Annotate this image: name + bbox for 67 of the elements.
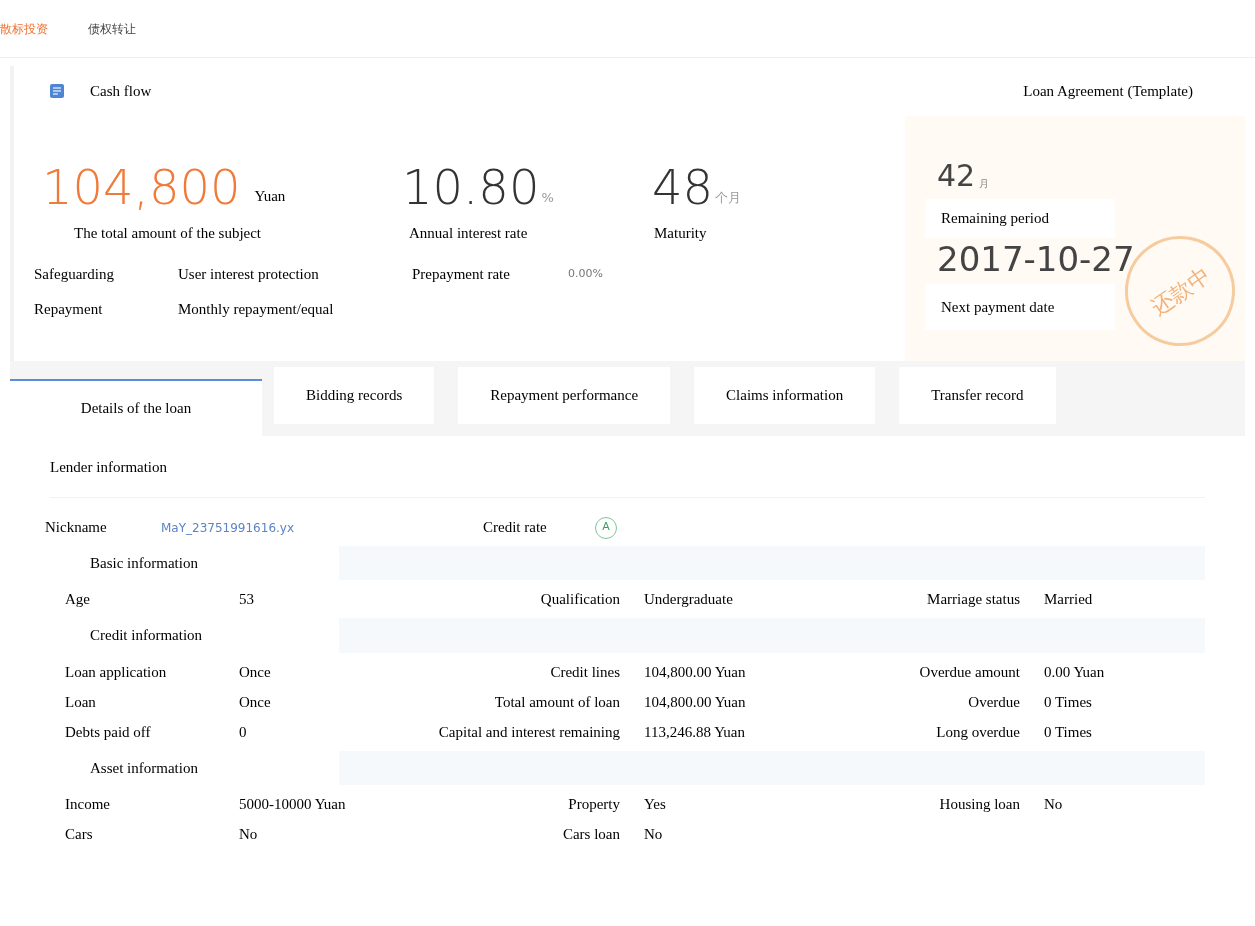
field-label: Cars	[65, 825, 94, 844]
stat-unit: %	[541, 188, 554, 207]
field-label: Income	[65, 795, 111, 814]
stat-value: 48	[652, 163, 714, 211]
section-title: Cash flow	[90, 81, 152, 101]
field-label: Property	[567, 795, 620, 814]
agreement-link[interactable]: Loan Agreement (Template)	[1023, 79, 1193, 103]
detail-tab[interactable]: Bidding records	[274, 367, 435, 424]
field-value: Once	[239, 692, 271, 712]
stat-unit: Yuan	[254, 186, 286, 206]
remaining-unit: 月	[979, 177, 990, 191]
field-label: Nickname	[45, 518, 108, 538]
field-value: No	[644, 825, 663, 844]
detail-tab[interactable]: Claims information	[694, 367, 876, 424]
next-payment-label: Next payment date	[925, 283, 1115, 330]
field-value: No	[239, 825, 258, 844]
field-value: No	[1044, 795, 1063, 814]
field-value: Yes	[644, 795, 666, 814]
field-label: Qualification	[539, 590, 620, 609]
info-label: Repayment	[34, 299, 104, 319]
detail-tab[interactable]: Repayment performance	[458, 367, 671, 424]
stat-label: The total amount of the subject	[74, 223, 263, 243]
field-label: Long overdue	[935, 722, 1020, 742]
field-value: Married	[1044, 590, 1093, 609]
info-label: Prepayment rate	[412, 265, 511, 284]
field-value: 113,246.88 Yuan	[644, 722, 745, 742]
field-value: 0.00 Yuan	[1044, 662, 1105, 682]
document-icon	[50, 84, 64, 98]
remaining-label: Remaining period	[925, 199, 1115, 238]
field-label: Loan	[65, 692, 97, 712]
detail-tab[interactable]: Transfer record	[899, 367, 1056, 424]
stat-unit: 个月	[715, 188, 742, 207]
field-label: Cars loan	[561, 825, 620, 844]
field-label: Credit lines	[549, 662, 620, 682]
field-value: 0 Times	[1044, 722, 1092, 742]
field-label: Marriage status	[926, 590, 1020, 609]
info-label: Safeguarding	[34, 265, 115, 284]
field-value: Once	[239, 662, 271, 682]
field-label: Overdue amount	[918, 662, 1020, 682]
field-label: Age	[65, 590, 91, 609]
field-label: Overdue	[967, 692, 1020, 712]
stat-value: 104,800	[42, 163, 241, 211]
nickname-link[interactable]: MaY_23751991616.yx	[161, 518, 483, 537]
field-label: Total amount of loan	[493, 692, 620, 712]
stat-value: 10.80	[402, 163, 540, 211]
next-payment-date: 2017-10-27	[937, 241, 1136, 276]
field-label: Debts paid off	[65, 722, 152, 742]
field-value: 0	[239, 722, 247, 742]
field-label: Capital and interest remaining	[437, 722, 620, 742]
stat-label: Maturity	[654, 223, 707, 243]
stat-label: Annual interest rate	[409, 223, 529, 243]
field-value: 104,800.00 Yuan	[644, 692, 746, 712]
field-label: Housing loan	[938, 795, 1020, 814]
top-tab[interactable]: 债权转让	[88, 19, 136, 38]
field-value: 5000-10000 Yuan	[239, 795, 346, 814]
detail-tab[interactable]: Details of the loan	[10, 379, 262, 436]
field-label: Credit rate	[483, 518, 548, 538]
section-heading: Lender information	[50, 436, 1205, 498]
remaining-value: 42	[937, 161, 976, 191]
field-value: 0 Times	[1044, 692, 1092, 712]
field-value: 104,800.00 Yuan	[644, 662, 746, 682]
field-value: Undergraduate	[644, 590, 733, 609]
info-value: 0.00%	[568, 266, 603, 282]
field-value: 53	[239, 590, 254, 609]
info-value: User interest protection	[178, 265, 320, 284]
info-value: Monthly repayment/equal	[178, 299, 335, 319]
field-label: Loan application	[65, 662, 168, 682]
